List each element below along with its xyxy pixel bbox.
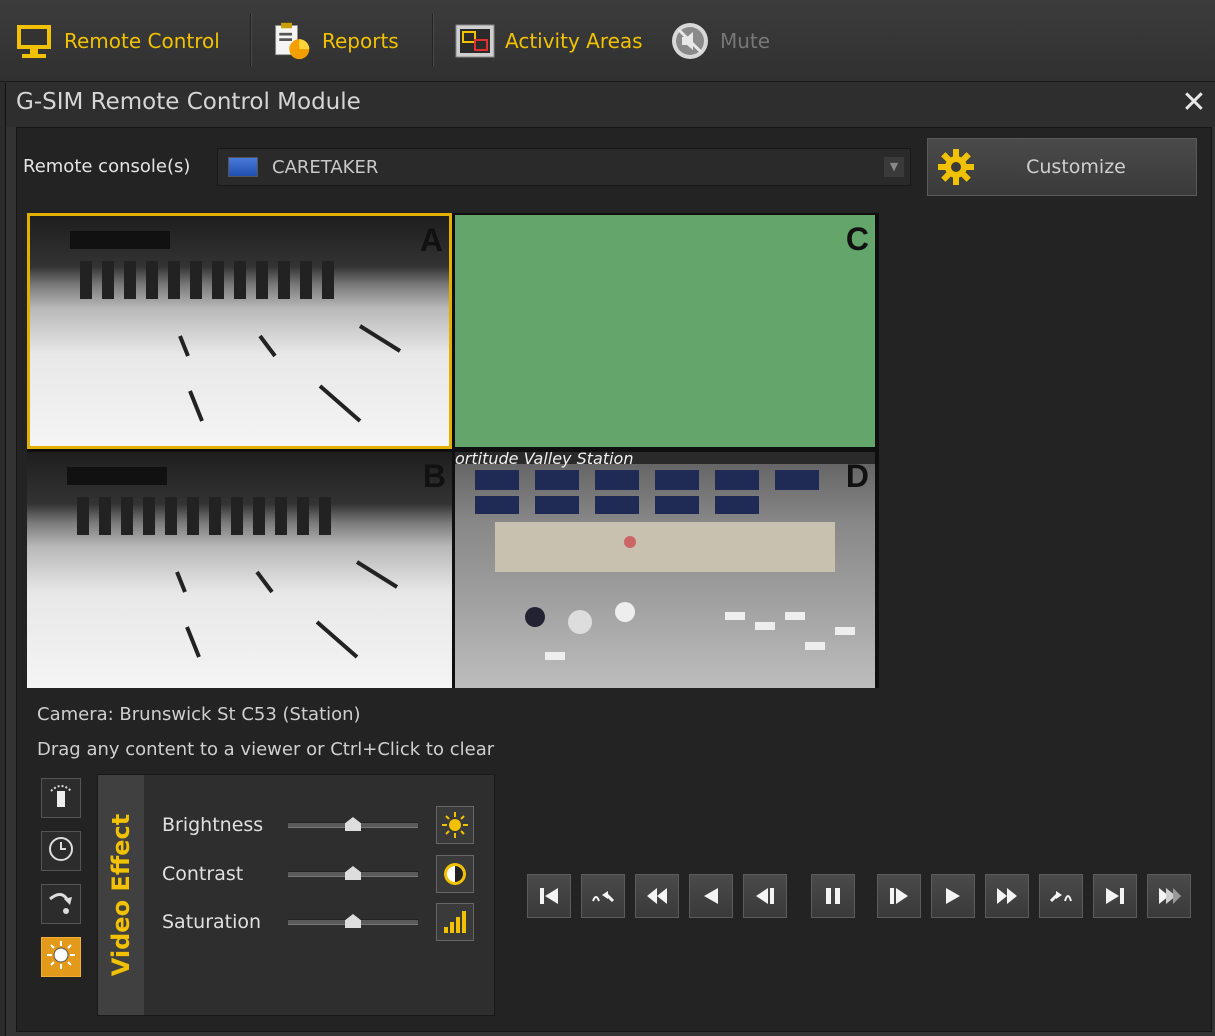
jump-back-button[interactable] [581, 874, 625, 918]
remote-control-button[interactable]: Remote Control [14, 18, 220, 64]
ptz-camera-icon [46, 781, 76, 815]
mute-button[interactable]: Mute [670, 18, 770, 64]
contrast-row: Contrast [162, 855, 474, 893]
camera-feed-image: ortitude Valley Station [455, 452, 875, 688]
mute-label: Mute [720, 29, 771, 53]
skip-to-start-button[interactable] [527, 874, 571, 918]
reports-button[interactable]: Reports [272, 18, 399, 64]
speaker-mute-icon [670, 21, 710, 61]
gear-icon [936, 147, 976, 187]
skip-to-start-icon [540, 888, 558, 904]
video-effect-tab: Video Effect [98, 775, 144, 1015]
console-value: CARETAKER [272, 156, 379, 178]
viewer-a[interactable]: A [27, 213, 452, 449]
slider-thumb[interactable] [345, 817, 361, 831]
fast-forward-button[interactable] [985, 874, 1029, 918]
reports-label: Reports [322, 29, 399, 53]
activity-areas-icon [455, 21, 495, 61]
jump-button[interactable] [41, 884, 81, 924]
step-forward-button[interactable] [877, 874, 921, 918]
jump-forward-icon [1049, 891, 1072, 903]
saturation-slider[interactable] [288, 914, 418, 928]
skip-to-end-icon [1106, 888, 1124, 904]
brightness-contrast-icon [46, 940, 76, 974]
pause-button[interactable] [811, 874, 855, 918]
ptz-camera-button[interactable] [41, 778, 81, 818]
activity-areas-label: Activity Areas [505, 29, 643, 53]
camera-info: Camera: Brunswick St C53 (Station) [37, 704, 361, 725]
fast-forward-icon [997, 888, 1017, 904]
remote-control-module: G-SIM Remote Control Module ✕ Remote con… [5, 83, 1215, 1036]
viewer-b[interactable]: B [27, 452, 452, 688]
module-header: G-SIM Remote Control Module ✕ [6, 83, 1215, 127]
viewer-letter: A [419, 222, 443, 258]
step-forward-icon [890, 888, 908, 904]
customize-label: Customize [1026, 156, 1126, 178]
brightness-label: Brightness [162, 814, 264, 836]
main-toolbar: Remote Control Reports Activity Areas Mu… [0, 0, 1215, 82]
play-reverse-icon [704, 888, 718, 904]
camera-feed-image [30, 216, 449, 446]
jump-forward-button[interactable] [1039, 874, 1083, 918]
viewer-letter: B [422, 458, 446, 494]
contrast-slider[interactable] [288, 866, 418, 880]
saturation-label: Saturation [162, 911, 262, 933]
remote-control-label: Remote Control [64, 29, 220, 53]
viewer-d[interactable]: ortitude Valley Station D [455, 452, 875, 688]
saturation-icon[interactable] [436, 903, 474, 941]
hint-text: Drag any content to a viewer or Ctrl+Cli… [37, 739, 495, 760]
chevron-down-icon[interactable]: ▼ [884, 157, 904, 177]
brightness-slider[interactable] [288, 817, 418, 831]
play-reverse-button[interactable] [689, 874, 733, 918]
remote-console-dropdown[interactable]: CARETAKER ▼ [217, 148, 911, 186]
step-back-icon [756, 888, 774, 904]
remote-console-label: Remote console(s) [23, 156, 191, 177]
brightness-icon[interactable] [436, 806, 474, 844]
viewer-grid: A B C ortitude Valley Station D [27, 213, 879, 688]
activity-areas-button[interactable]: Activity Areas [455, 18, 643, 64]
rewind-button[interactable] [635, 874, 679, 918]
side-tool-strip [41, 778, 83, 990]
jump-arrow-icon [46, 887, 76, 921]
step-back-button[interactable] [743, 874, 787, 918]
rewind-icon [647, 888, 667, 904]
play-icon [946, 888, 960, 904]
contrast-icon[interactable] [436, 855, 474, 893]
skip-to-end-button[interactable] [1093, 874, 1137, 918]
saturation-row: Saturation [162, 903, 474, 941]
video-effect-title: Video Effect [107, 813, 135, 977]
console-screen-icon [228, 157, 258, 177]
video-effect-button[interactable] [41, 937, 81, 977]
station-overlay-text: ortitude Valley Station [455, 452, 634, 468]
clock-icon [46, 834, 76, 868]
pause-icon [826, 888, 840, 904]
viewer-c[interactable]: C [455, 215, 875, 447]
clock-button[interactable] [41, 831, 81, 871]
slider-thumb[interactable] [345, 866, 361, 880]
toolbar-divider [432, 14, 433, 66]
jump-back-icon [592, 891, 615, 903]
monitor-icon [14, 21, 54, 61]
clipboard-chart-icon [272, 21, 312, 61]
camera-feed-image [27, 452, 452, 688]
module-title: G-SIM Remote Control Module [16, 89, 361, 115]
module-content: Remote console(s) CARETAKER ▼ Customize … [16, 127, 1212, 1032]
customize-button[interactable]: Customize [927, 138, 1197, 196]
live-button[interactable] [1147, 874, 1191, 918]
viewer-letter: D [845, 458, 869, 494]
close-button[interactable]: ✕ [1178, 87, 1210, 119]
contrast-label: Contrast [162, 863, 244, 885]
video-effect-panel: Video Effect Brightness Contrast Saturat… [97, 774, 495, 1016]
viewer-letter: C [845, 221, 869, 257]
play-button[interactable] [931, 874, 975, 918]
brightness-row: Brightness [162, 806, 474, 844]
live-forward-icon [1159, 888, 1181, 904]
slider-thumb[interactable] [345, 914, 361, 928]
toolbar-divider [250, 14, 251, 66]
